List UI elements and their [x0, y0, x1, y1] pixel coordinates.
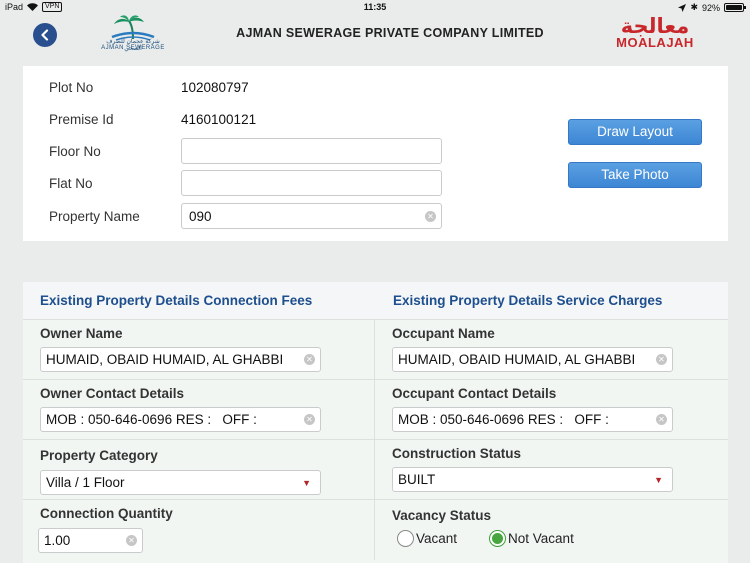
right-logo-arabic: معالجة [620, 14, 690, 38]
property-category-label: Property Category [40, 448, 158, 463]
premise-label: Premise Id [49, 112, 114, 127]
owner-contact-label: Owner Contact Details [40, 386, 185, 401]
floor-input[interactable] [181, 138, 442, 164]
flat-label: Flat No [49, 176, 93, 191]
owner-name-input[interactable]: HUMAID, OBAID HUMAID, AL GHABBI ✕ [40, 347, 321, 372]
chevron-left-icon [41, 29, 49, 41]
battery-percent: 92% [701, 2, 720, 13]
right-logo-english: MOALAJAH [616, 35, 694, 50]
draw-layout-button[interactable]: Draw Layout [568, 119, 702, 145]
status-bar: iPad VPN 11:35 ✱ 92% [0, 0, 750, 15]
owner-name-value: HUMAID, OBAID HUMAID, AL GHABBI [46, 352, 284, 367]
service-charges-heading: Existing Property Details Service Charge… [393, 293, 663, 308]
battery-icon [724, 3, 746, 12]
take-photo-button[interactable]: Take Photo [568, 162, 702, 188]
connection-quantity-label: Connection Quantity [40, 506, 173, 521]
property-name-value: 090 [189, 209, 212, 224]
property-name-row: Property Name 090 ✕ [23, 203, 523, 231]
owner-name-cell: Owner Name HUMAID, OBAID HUMAID, AL GHAB… [23, 320, 375, 380]
floor-label: Floor No [49, 144, 101, 159]
vacancy-radio-group: Vacant Not Vacant [397, 530, 574, 547]
construction-status-select[interactable]: BUILT ▼ [392, 467, 673, 492]
construction-status-label: Construction Status [392, 446, 522, 461]
premise-value: 4160100121 [181, 112, 257, 127]
flat-input[interactable] [181, 170, 442, 196]
occupant-contact-cell: Occupant Contact Details MOB : 050-646-0… [375, 380, 728, 440]
back-button[interactable] [33, 23, 57, 47]
occupant-name-label: Occupant Name [392, 326, 495, 341]
connection-quantity-cell: Connection Quantity 1.00 ✕ [23, 500, 375, 560]
property-name-input[interactable]: 090 ✕ [181, 203, 442, 229]
connection-quantity-value: 1.00 [44, 533, 71, 548]
status-time: 11:35 [363, 2, 387, 12]
owner-name-label: Owner Name [40, 326, 123, 341]
occupant-contact-value: MOB : 050-646-0696 RES : OFF : [398, 412, 609, 427]
flat-row: Flat No [23, 170, 523, 198]
radio-unselected-icon [397, 530, 414, 547]
occupant-contact-input[interactable]: MOB : 050-646-0696 RES : OFF : ✕ [392, 407, 673, 432]
location-icon [678, 3, 687, 12]
dropdown-arrow-icon: ▼ [302, 478, 311, 488]
not-vacant-radio[interactable]: Not Vacant [489, 530, 574, 547]
construction-status-value: BUILT [398, 472, 436, 487]
clear-icon[interactable]: ✕ [304, 414, 315, 425]
property-name-label: Property Name [49, 209, 140, 224]
owner-contact-cell: Owner Contact Details MOB : 050-646-0696… [23, 380, 375, 440]
construction-status-cell: Construction Status BUILT ▼ [375, 440, 728, 500]
vacant-radio[interactable]: Vacant [397, 530, 457, 547]
floor-row: Floor No [23, 138, 523, 166]
clear-icon[interactable]: ✕ [656, 354, 667, 365]
left-logo-english: AJMAN SEWERAGE [101, 45, 165, 51]
vacancy-status-label: Vacancy Status [392, 508, 492, 523]
plot-label: Plot No [49, 80, 94, 95]
owner-contact-value: MOB : 050-646-0696 RES : OFF : [46, 412, 257, 427]
property-form-card: Plot No 102080797 Premise Id 4160100121 … [23, 66, 728, 241]
details-panel: Existing Property Details Connection Fee… [23, 282, 728, 563]
app-header: شركة عجمان للصرف الصحي AJMAN SEWERAGE AJ… [0, 15, 750, 60]
property-category-select[interactable]: Villa / 1 Floor ▼ [40, 470, 321, 495]
occupant-name-input[interactable]: HUMAID, OBAID HUMAID, AL GHABBI ✕ [392, 347, 673, 372]
occupant-name-cell: Occupant Name HUMAID, OBAID HUMAID, AL G… [375, 320, 728, 380]
premise-row: Premise Id 4160100121 [23, 106, 523, 134]
page-title: AJMAN SEWERAGE PRIVATE COMPANY LIMITED [236, 26, 544, 40]
plot-value: 102080797 [181, 80, 249, 95]
clear-icon[interactable]: ✕ [656, 414, 667, 425]
ajman-sewerage-logo: شركة عجمان للصرف الصحي AJMAN SEWERAGE [98, 15, 168, 59]
dropdown-arrow-icon: ▼ [654, 475, 663, 485]
not-vacant-label: Not Vacant [508, 531, 574, 546]
moalajah-logo: معالجة MOALAJAH [605, 15, 705, 59]
property-category-cell: Property Category Villa / 1 Floor ▼ [23, 440, 375, 500]
occupant-name-value: HUMAID, OBAID HUMAID, AL GHABBI [398, 352, 636, 367]
owner-contact-input[interactable]: MOB : 050-646-0696 RES : OFF : ✕ [40, 407, 321, 432]
clear-icon[interactable]: ✕ [304, 354, 315, 365]
connection-fees-heading: Existing Property Details Connection Fee… [40, 293, 313, 308]
occupant-contact-label: Occupant Contact Details [392, 386, 557, 401]
clear-icon[interactable]: ✕ [425, 211, 436, 222]
clear-icon[interactable]: ✕ [126, 535, 137, 546]
connection-quantity-input[interactable]: 1.00 ✕ [38, 528, 143, 553]
vacant-label: Vacant [416, 531, 458, 546]
status-right: ✱ 92% [678, 2, 746, 13]
radio-selected-icon [489, 530, 507, 547]
bluetooth-icon: ✱ [690, 2, 698, 12]
vacancy-status-cell: Vacancy Status Vacant Not Vacant [375, 500, 728, 560]
plot-row: Plot No 102080797 [23, 74, 523, 102]
property-category-value: Villa / 1 Floor [46, 475, 125, 490]
